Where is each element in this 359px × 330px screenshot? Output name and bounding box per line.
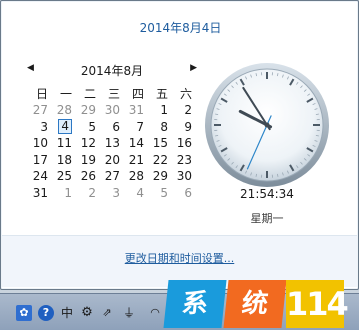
weekday-header: 六 [179, 87, 192, 101]
current-date-link[interactable]: 2014年8月4日 [1, 19, 359, 36]
weekday-header: 五 [155, 87, 168, 101]
calendar-day[interactable]: 10 [27, 135, 51, 152]
calendar-day[interactable]: 9 [171, 119, 195, 136]
weekday-header: 日 [35, 87, 48, 101]
weekday-header: 一 [59, 87, 72, 101]
weekday-header-row: 日一二三四五六 [27, 85, 195, 102]
calendar-day[interactable]: 15 [147, 135, 171, 152]
calendar-day[interactable]: 5 [75, 119, 99, 136]
calendar-week-row: 24 25 26 27 28 29 30 [27, 168, 195, 185]
calendar-day[interactable]: 28 [51, 102, 75, 119]
calendar-day[interactable]: 12 [75, 135, 99, 152]
calendar-day[interactable]: 14 [123, 135, 147, 152]
help-icon[interactable]: ? [38, 305, 54, 321]
calendar-day[interactable]: 3 [27, 119, 51, 136]
ime-paw-icon[interactable]: ✿ [16, 305, 32, 321]
calendar-day[interactable]: 13 [99, 135, 123, 152]
calendar-day[interactable]: 27 [99, 168, 123, 185]
calendar-day[interactable]: 2 [171, 102, 195, 119]
next-month-icon[interactable]: ▶ [190, 63, 197, 73]
date-time-flyout: 2014年8月4日 ◀ 2014年8月 ▶ 日一二三四五六 27 28 29 30 31… [0, 0, 359, 290]
analog-clock [205, 63, 329, 187]
calendar-week-row: 3456789 [27, 119, 195, 136]
calendar-day[interactable]: 6 [99, 119, 123, 136]
calendar-day[interactable]: 31 [27, 185, 51, 202]
calendar-week-row: 17 18 19 20 21 22 23 [27, 152, 195, 169]
calendar-week-row: 27 28 29 30 31 1 2 [27, 102, 195, 119]
calendar-day[interactable]: 3 [99, 185, 123, 202]
clock-center [264, 122, 270, 128]
calendar-day[interactable]: 23 [171, 152, 195, 169]
calendar-day[interactable]: 29 [75, 102, 99, 119]
calendar-day[interactable]: 29 [147, 168, 171, 185]
calendar-day[interactable]: 18 [51, 152, 75, 169]
calendar-week-row: 31 1 2 3 4 5 6 [27, 185, 195, 202]
calendar-week-row: 10 11 12 13 14 15 16 [27, 135, 195, 152]
calendar-day[interactable]: 30 [99, 102, 123, 119]
weekday-label: 星期一 [250, 212, 284, 225]
calendar-grid: 日一二三四五六 27 28 29 30 31 1 2 3 4 5 6 7 8 9 10 11 12 13 14 15 1… [27, 85, 195, 201]
calendar-day[interactable]: 1 [51, 185, 75, 202]
digital-time: 21:54:34 [240, 187, 294, 201]
weekday-header: 二 [83, 87, 96, 101]
calendar-day[interactable]: 11 [51, 135, 75, 152]
calendar-day[interactable]: 24 [27, 168, 51, 185]
share-icon[interactable]: ⇗ [99, 305, 115, 321]
change-datetime-settings-link[interactable]: 更改日期和时间设置... [2, 250, 357, 266]
calendar-day[interactable]: 22 [147, 152, 171, 169]
network-icon[interactable]: ◠ [147, 305, 163, 321]
logo-tile-2: 统 [223, 280, 287, 328]
calendar-day[interactable]: 21 [123, 152, 147, 169]
calendar-day[interactable]: 2 [75, 185, 99, 202]
calendar-day[interactable]: 17 [27, 152, 51, 169]
calendar-day[interactable]: 4 [123, 185, 147, 202]
watermark-logo: 系 统 114 [162, 280, 352, 328]
calendar-day-today[interactable]: 4 [51, 119, 75, 136]
calendar-day[interactable]: 5 [147, 185, 171, 202]
calendar-day[interactable]: 27 [27, 102, 51, 119]
month-label[interactable]: 2014年8月 [27, 62, 197, 79]
calendar-day[interactable]: 30 [171, 168, 195, 185]
calendar-day[interactable]: 31 [123, 102, 147, 119]
weekday-header: 四 [131, 87, 144, 101]
calendar-day[interactable]: 20 [99, 152, 123, 169]
calendar-day[interactable]: 16 [171, 135, 195, 152]
calendar-day[interactable]: 7 [123, 119, 147, 136]
logo-tile-1: 系 [163, 280, 227, 328]
datetime-flyout-screen: 2014年8月4日 ◀ 2014年8月 ▶ 日一二三四五六 27 28 29 30 31… [0, 0, 359, 330]
calendar-day[interactable]: 26 [75, 168, 99, 185]
calendar-day[interactable]: 28 [123, 168, 147, 185]
calendar-day[interactable]: 8 [147, 119, 171, 136]
calendar-nav: ◀ 2014年8月 ▶ [27, 61, 197, 79]
calendar-day[interactable]: 25 [51, 168, 75, 185]
logo-tile-3: 114 [286, 280, 349, 328]
ime-language-label[interactable]: 中 [59, 305, 75, 321]
usb-icon[interactable]: ⏚ [121, 305, 137, 321]
calendar-day[interactable]: 6 [171, 185, 195, 202]
gear-icon[interactable]: ⚙ [79, 305, 95, 321]
weekday-header: 三 [107, 87, 120, 101]
calendar-day[interactable]: 19 [75, 152, 99, 169]
calendar-day[interactable]: 1 [147, 102, 171, 119]
